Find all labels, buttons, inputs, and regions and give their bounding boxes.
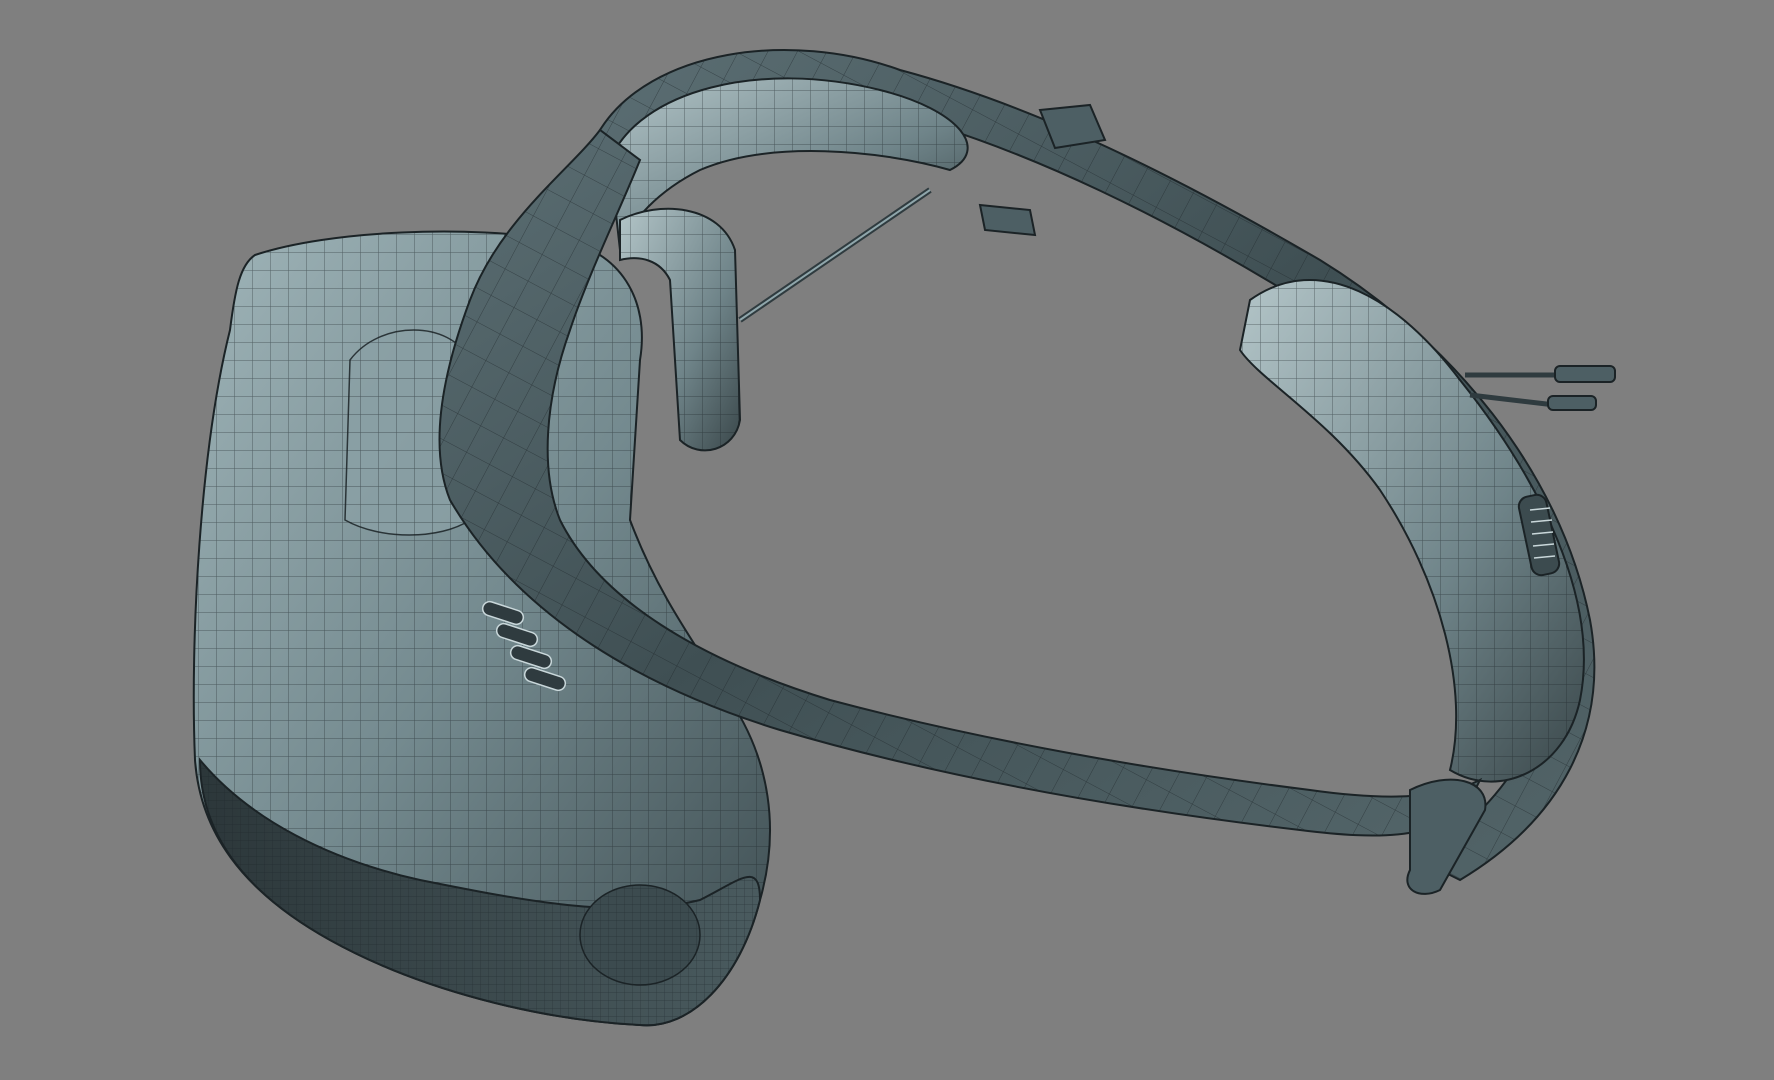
vr-headset-model [192,49,1616,1027]
connector-plug-bottom [1547,395,1597,411]
strap-clip-middle [978,203,1037,237]
connector-cables [1465,365,1616,411]
cable [738,187,932,323]
connector-plug-top [1554,365,1616,383]
3d-viewport[interactable] [0,0,1774,1080]
